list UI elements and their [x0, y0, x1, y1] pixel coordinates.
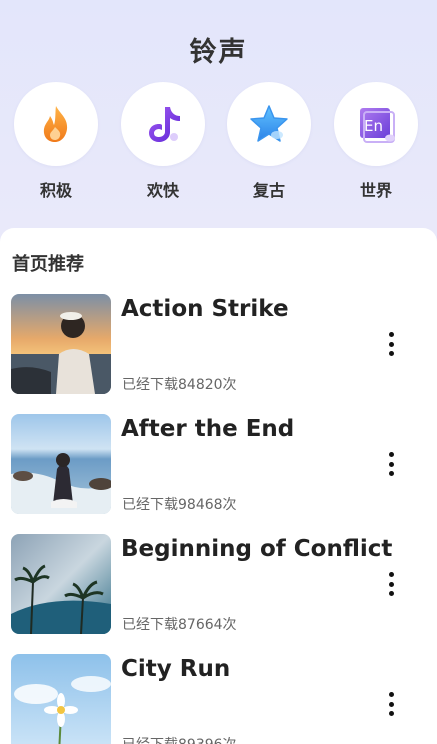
- category-label: 积极: [39, 181, 72, 200]
- more-options-icon[interactable]: [382, 572, 400, 596]
- svg-text:En: En: [364, 117, 383, 135]
- section-title: 首页推荐: [12, 254, 84, 275]
- song-title: After the End: [121, 416, 295, 442]
- song-item[interactable]: Action Strike 已经下载84820次: [0, 294, 437, 394]
- music-note-icon: [149, 107, 180, 142]
- category-positive-circle[interactable]: [14, 82, 98, 166]
- category-world-circle[interactable]: En: [334, 82, 418, 166]
- more-options-icon[interactable]: [382, 692, 400, 716]
- category-happy[interactable]: 欢快: [120, 82, 206, 201]
- song-cover: [11, 414, 111, 514]
- more-options-icon[interactable]: [382, 332, 400, 356]
- category-positive[interactable]: 积极: [13, 82, 99, 201]
- song-item[interactable]: City Run 已经下载89396次: [0, 654, 437, 744]
- song-title: City Run: [121, 656, 231, 682]
- category-happy-circle[interactable]: [121, 82, 205, 166]
- recommend-panel: 首页推荐 Action Strike 已经下载84820次 After the …: [0, 228, 437, 744]
- page-title: 铃声: [189, 37, 248, 68]
- category-label: 欢快: [146, 181, 179, 200]
- more-options-icon[interactable]: [382, 452, 400, 476]
- category-row: 积极 欢快 复古 En 世界: [0, 82, 437, 207]
- star-icon: [250, 105, 288, 142]
- category-retro[interactable]: 复古: [226, 82, 312, 201]
- category-label: 世界: [359, 181, 392, 200]
- download-count: 已经下载84820次: [122, 377, 237, 393]
- download-count: 已经下载89396次: [122, 734, 237, 744]
- download-count: 已经下载98468次: [122, 497, 237, 513]
- song-title: Beginning of Conflict: [121, 536, 393, 562]
- english-book-icon: En: [360, 108, 395, 143]
- category-world[interactable]: En 世界: [333, 82, 419, 201]
- song-cover: [11, 654, 111, 744]
- flame-icon: [43, 106, 68, 142]
- song-item[interactable]: Beginning of Conflict 已经下载87664次: [0, 534, 437, 634]
- song-title: Action Strike: [121, 296, 289, 322]
- song-cover: [11, 294, 111, 394]
- download-count: 已经下载87664次: [122, 617, 237, 633]
- song-item[interactable]: After the End 已经下载98468次: [0, 414, 437, 514]
- song-cover: [11, 534, 111, 634]
- category-label: 复古: [252, 181, 285, 200]
- category-retro-circle[interactable]: [227, 82, 311, 166]
